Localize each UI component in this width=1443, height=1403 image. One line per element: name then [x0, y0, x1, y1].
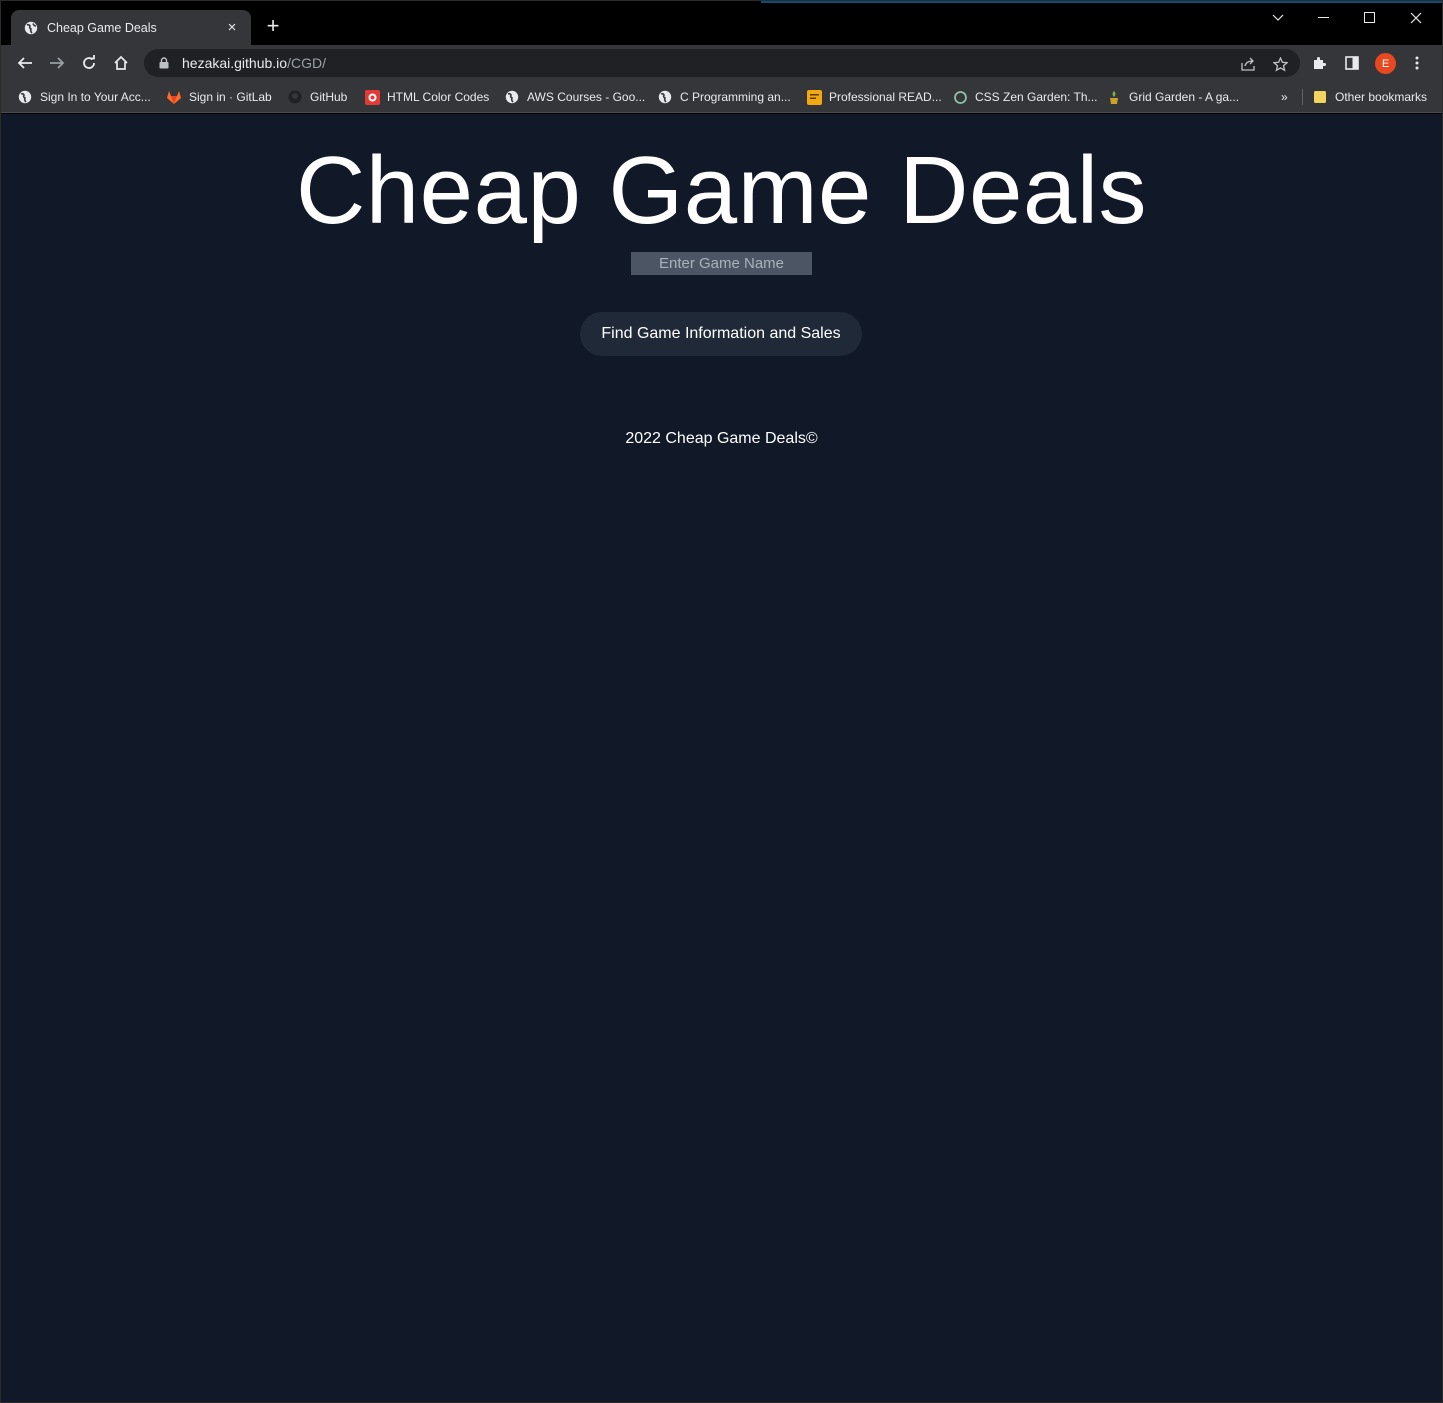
globe-icon [504, 89, 520, 105]
gitlab-icon [166, 89, 182, 105]
page-content: Cheap Game Deals Find Game Information a… [1, 114, 1442, 1402]
bookmark-label: Professional READ... [829, 90, 942, 104]
github-icon [287, 89, 303, 105]
forward-arrow-icon[interactable] [44, 51, 70, 75]
extensions-icon[interactable] [1307, 51, 1333, 75]
close-icon[interactable] [1401, 7, 1431, 29]
footer-copyright: 2022 Cheap Game Deals© [625, 430, 818, 447]
tab-strip: Cheap Game Deals × + [1, 1, 1442, 45]
home-icon[interactable] [108, 51, 134, 75]
back-arrow-icon[interactable] [12, 51, 38, 75]
tab-close-icon[interactable]: × [223, 19, 241, 36]
bookmark-label: Grid Garden - A ga... [1129, 90, 1240, 104]
bookmark-item[interactable]: Grid Garden - A ga... [1106, 87, 1239, 107]
bookmark-item[interactable]: Sign In to Your Acc... [17, 87, 151, 107]
maximize-icon[interactable] [1355, 7, 1385, 29]
lock-icon [156, 55, 172, 71]
game-search-input[interactable] [631, 252, 812, 275]
browser-window: Cheap Game Deals × + hezakai.github.io /… [0, 0, 1443, 1403]
zen-garden-icon [952, 89, 968, 105]
bookmark-item[interactable]: Sign in · GitLab [166, 87, 272, 107]
profile-avatar[interactable]: E [1375, 53, 1396, 74]
other-bookmarks-folder[interactable]: Other bookmarks [1312, 87, 1427, 107]
bookmark-label: CSS Zen Garden: Th... [975, 90, 1098, 104]
bookmark-item[interactable]: HTML Color Codes [364, 87, 489, 107]
other-bookmarks-label: Other bookmarks [1335, 90, 1428, 104]
bookmark-item[interactable]: C Programming an... [657, 87, 791, 107]
browser-toolbar: hezakai.github.io /CGD/ E [1, 45, 1442, 81]
html-color-icon [364, 89, 380, 105]
globe-icon [657, 89, 673, 105]
url-host: hezakai.github.io [182, 55, 288, 71]
grid-garden-icon [1106, 89, 1122, 105]
menu-kebab-icon[interactable] [1404, 51, 1430, 75]
page-title: Cheap Game Deals [295, 137, 1148, 244]
bookmark-label: GitHub [310, 90, 348, 104]
bookmarks-overflow-button[interactable]: » [1281, 87, 1288, 107]
readme-icon [806, 89, 822, 105]
globe-icon [17, 89, 33, 105]
folder-icon [1312, 89, 1328, 105]
chevron-down-icon[interactable] [1263, 7, 1293, 29]
bookmarks-divider [1302, 89, 1303, 105]
bookmark-item[interactable]: GitHub [287, 87, 347, 107]
reload-icon[interactable] [76, 51, 102, 75]
address-bar[interactable]: hezakai.github.io /CGD/ [144, 49, 1300, 77]
bookmark-item[interactable]: Professional READ... [806, 87, 942, 107]
bookmark-label: HTML Color Codes [387, 90, 490, 104]
minimize-icon[interactable] [1309, 7, 1339, 29]
new-tab-button[interactable]: + [263, 15, 283, 37]
star-bookmark-icon[interactable] [1270, 55, 1290, 73]
bookmark-item[interactable]: AWS Courses - Goo... [504, 87, 645, 107]
bookmark-label: Sign in · GitLab [189, 90, 272, 104]
url-path: /CGD/ [287, 55, 326, 71]
bookmark-label: AWS Courses - Goo... [527, 90, 646, 104]
browser-tab[interactable]: Cheap Game Deals × [11, 10, 251, 45]
globe-icon [23, 20, 39, 36]
bookmark-label: Sign In to Your Acc... [40, 90, 151, 104]
tab-title: Cheap Game Deals [47, 20, 157, 35]
find-game-button[interactable]: Find Game Information and Sales [580, 312, 862, 356]
window-accent-line [761, 1, 1442, 3]
share-icon[interactable] [1238, 55, 1258, 73]
bookmark-item[interactable]: CSS Zen Garden: Th... [952, 87, 1098, 107]
side-panel-icon[interactable] [1339, 51, 1365, 75]
bookmarks-bar: Sign In to Your Acc... Sign in · GitLab … [1, 81, 1442, 113]
bookmark-label: C Programming an... [680, 90, 791, 104]
